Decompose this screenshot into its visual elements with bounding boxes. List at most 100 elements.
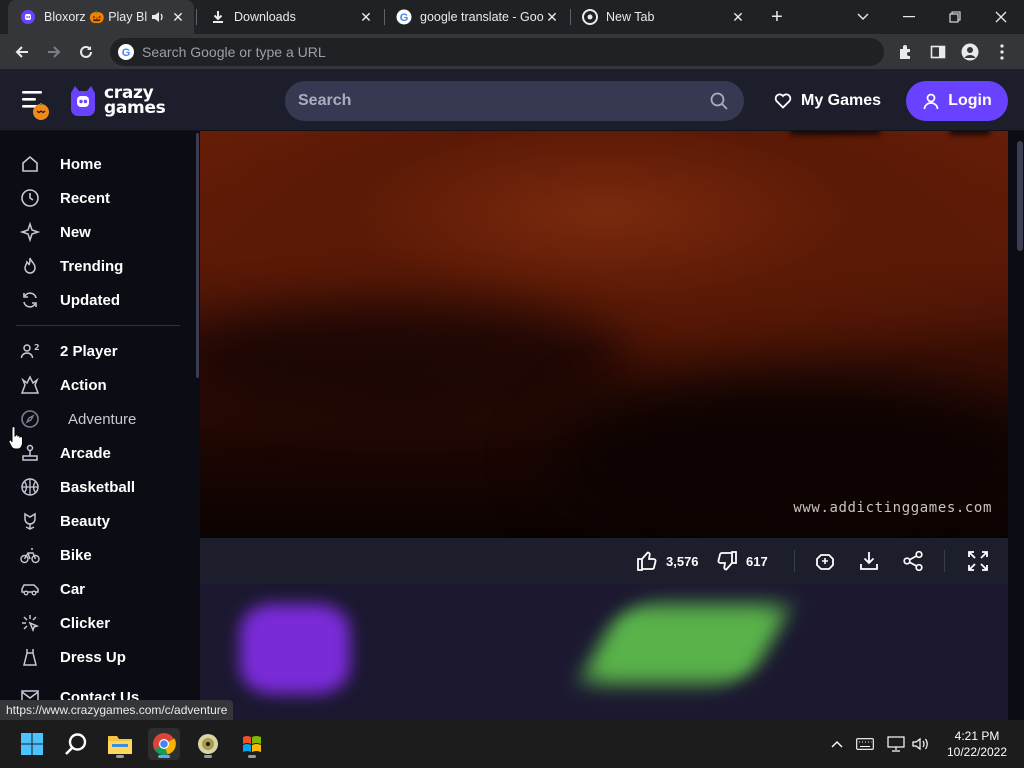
sidebar-item-beauty[interactable]: Beauty — [20, 507, 110, 535]
file-explorer-icon[interactable] — [104, 728, 136, 760]
sidebar-item-action[interactable]: Action — [20, 371, 107, 399]
close-tab-icon[interactable]: ✕ — [730, 9, 746, 25]
speaker-icon[interactable] — [151, 10, 165, 27]
tab-downloads[interactable]: Downloads ✕ — [198, 0, 382, 34]
start-button-icon[interactable] — [16, 728, 48, 760]
close-tab-icon[interactable]: ✕ — [170, 9, 186, 25]
share-icon[interactable] — [902, 550, 924, 572]
sidebar-item-new[interactable]: New — [20, 218, 91, 246]
login-button[interactable]: Login — [906, 81, 1008, 121]
omnibox[interactable]: G Search Google or type a URL — [110, 38, 884, 66]
sidebar-item-2-player[interactable]: 2 2 Player — [20, 337, 118, 365]
tab-new-tab[interactable]: New Tab ✕ — [570, 0, 754, 34]
new-tab-button[interactable]: + — [766, 6, 788, 28]
sidebar-item-label: Recent — [60, 189, 111, 207]
game-canvas[interactable]: www.addictinggames.com — [200, 131, 1008, 538]
sidebar-item-bike[interactable]: Bike — [20, 541, 92, 569]
taskbar-search-icon[interactable] — [60, 728, 92, 760]
sidebar-item-label: Adventure — [68, 410, 137, 428]
fullscreen-icon[interactable] — [967, 550, 989, 572]
car-icon — [20, 579, 40, 599]
game-action-bar: 3,576 617 — [200, 538, 1008, 584]
sidebar-item-dress-up[interactable]: Dress Up — [20, 643, 126, 671]
reload-button[interactable] — [72, 38, 100, 66]
basketball-icon — [20, 477, 40, 497]
dislike-button[interactable]: 617 — [716, 550, 768, 572]
game-blurred-shape — [950, 131, 990, 135]
sidebar-item-label: Basketball — [60, 478, 136, 496]
side-panel-icon[interactable] — [926, 40, 950, 64]
tab-google-translate[interactable]: G google translate - Goo ✕ — [384, 0, 568, 34]
like-count: 3,576 — [666, 553, 699, 569]
omnibox-placeholder: Search Google or type a URL — [142, 44, 326, 60]
minimize-button[interactable] — [886, 0, 932, 34]
sidebar-item-arcade[interactable]: Arcade — [20, 439, 111, 467]
dislike-count: 617 — [746, 553, 768, 569]
refresh-icon — [20, 290, 40, 310]
windows-taskbar: 4:21 PM 10/22/2022 — [0, 720, 1024, 768]
back-button[interactable] — [8, 38, 36, 66]
hamburger-menu-icon[interactable] — [20, 88, 52, 122]
tab-bloxorz[interactable]: Bloxorz 🎃 Play Bl ✕ — [8, 0, 194, 34]
sidebar-item-car[interactable]: Car — [20, 575, 85, 603]
my-games-link[interactable]: My Games — [774, 90, 881, 112]
dress-icon — [20, 647, 40, 667]
close-window-button[interactable] — [978, 0, 1024, 34]
taskbar-clock[interactable]: 4:21 PM 10/22/2022 — [940, 728, 1014, 760]
media-player-icon[interactable] — [192, 728, 224, 760]
close-tab-icon[interactable]: ✕ — [544, 9, 560, 25]
game-thumbnail-blurred[interactable] — [576, 604, 794, 684]
action-bar-divider — [794, 550, 795, 572]
sidebar-item-home[interactable]: Home — [20, 150, 102, 178]
bike-icon — [20, 545, 40, 565]
sidebar-item-recent[interactable]: Recent — [20, 184, 110, 212]
sidebar: Home Recent New Trending Updated 2 2 Pla… — [0, 131, 200, 720]
network-icon[interactable] — [886, 734, 906, 754]
report-bug-icon[interactable] — [814, 550, 836, 572]
keyboard-icon[interactable] — [855, 734, 875, 754]
clock-date: 10/22/2022 — [946, 745, 1008, 759]
show-hidden-icons-chevron-icon[interactable] — [827, 734, 847, 754]
sidebar-item-basketball[interactable]: Basketball — [20, 473, 135, 501]
sidebar-item-clicker[interactable]: Clicker — [20, 609, 110, 637]
like-button[interactable]: 3,576 — [636, 550, 699, 572]
sidebar-item-trending[interactable]: Trending — [20, 252, 123, 280]
sidebar-item-adventure[interactable]: Adventure — [20, 405, 136, 433]
game-thumbnail-blurred[interactable] — [240, 604, 350, 694]
running-indicator — [204, 755, 212, 758]
page-scrollbar[interactable] — [1008, 131, 1024, 720]
tab-search-icon[interactable] — [840, 0, 886, 34]
sidebar-item-label: Car — [60, 580, 86, 598]
app-windows-flag-icon[interactable] — [236, 728, 268, 760]
tab-title: google translate - Goo — [420, 10, 544, 24]
sidebar-scrollbar[interactable] — [196, 133, 199, 378]
browser-tabstrip: Bloxorz 🎃 Play Bl ✕ Downloads ✕ G google… — [0, 0, 1024, 34]
sidebar-item-label: Clicker — [60, 614, 111, 632]
sidebar-item-updated[interactable]: Updated — [20, 286, 120, 314]
google-icon: G — [396, 9, 412, 25]
profile-icon[interactable] — [958, 40, 982, 64]
clicker-icon — [20, 613, 40, 633]
menu-kebab-icon[interactable] — [990, 40, 1014, 64]
search-icon[interactable] — [710, 92, 728, 110]
logo-wordmark: crazy games — [104, 83, 166, 118]
extensions-icon[interactable] — [894, 40, 918, 64]
volume-icon[interactable] — [911, 734, 931, 754]
restore-button[interactable] — [932, 0, 978, 34]
two-player-icon: 2 — [20, 341, 40, 361]
crazygames-site: crazy games Search My Games Login Home R… — [0, 70, 1024, 720]
close-tab-icon[interactable]: ✕ — [358, 9, 374, 25]
login-label: Login — [948, 92, 992, 109]
chrome-icon — [582, 9, 598, 25]
chrome-taskbar-icon[interactable] — [148, 728, 180, 760]
download-icon[interactable] — [858, 550, 880, 572]
user-icon — [922, 92, 940, 110]
crazygames-logo[interactable]: crazy games — [68, 83, 178, 119]
sidebar-item-label: Beauty — [60, 512, 111, 530]
forward-button[interactable] — [40, 38, 68, 66]
game-blurred-shape — [790, 131, 880, 135]
site-search-input[interactable]: Search — [285, 81, 744, 121]
flame-icon — [20, 256, 40, 276]
page-scrollbar-thumb[interactable] — [1017, 141, 1023, 251]
sparkle-icon — [20, 222, 40, 242]
